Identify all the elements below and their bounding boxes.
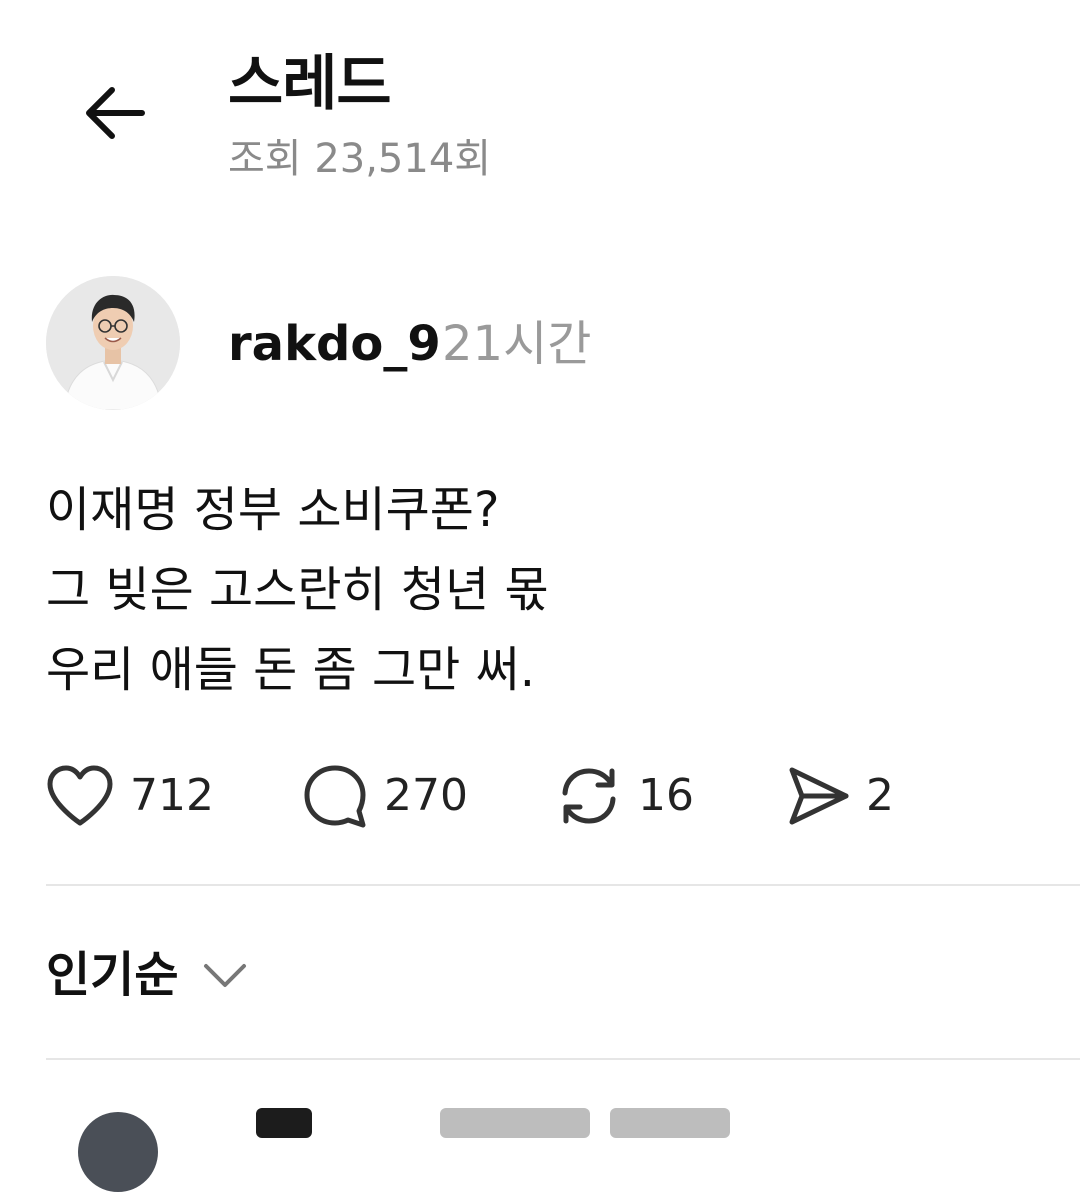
reply-meta-fragment <box>440 1108 590 1138</box>
comment-count: 270 <box>384 770 468 821</box>
post-text-line: 이재명 정부 소비쿠폰? <box>46 482 500 538</box>
like-count: 712 <box>130 770 214 821</box>
divider <box>46 884 1080 886</box>
post-author-row: rakdo_9 21시간 <box>0 270 1080 420</box>
view-count: 조회 23,514회 <box>228 136 492 182</box>
like-button[interactable]: 712 <box>46 756 214 836</box>
post-text: 이재명 정부 소비쿠폰? 그 빚은 고스란히 청년 몫 우리 애들 돈 좀 그만… <box>46 470 1036 710</box>
post-timestamp: 21시간 <box>442 316 592 372</box>
share-count: 2 <box>866 770 894 821</box>
send-icon <box>789 767 849 825</box>
divider <box>46 1058 1080 1060</box>
sort-dropdown[interactable]: 인기순 <box>46 935 248 1015</box>
back-button[interactable] <box>78 76 152 150</box>
post-text-line: 우리 애들 돈 좀 그만 써. <box>46 642 535 698</box>
heart-icon <box>47 765 113 826</box>
repost-button[interactable]: 16 <box>556 756 694 836</box>
avatar-photo <box>46 276 180 410</box>
share-button[interactable]: 2 <box>786 756 894 836</box>
repost-count: 16 <box>638 770 694 821</box>
reply-username-fragment <box>256 1108 312 1138</box>
top-bar: 스레드 조회 23,514회 <box>0 0 1080 200</box>
page-title: 스레드 <box>228 49 392 119</box>
comment-bubble-icon <box>304 765 366 828</box>
back-arrow-icon <box>86 87 145 139</box>
avatar[interactable] <box>46 276 180 410</box>
reply-meta-fragment <box>610 1108 730 1138</box>
post-text-line: 그 빚은 고스란히 청년 몫 <box>46 562 549 618</box>
post-username[interactable]: rakdo_9 <box>228 314 441 374</box>
sort-label: 인기순 <box>46 947 179 1003</box>
reply-avatar[interactable] <box>78 1112 158 1192</box>
post-actions-bar: 712 270 16 2 <box>0 756 1080 836</box>
repost-icon <box>562 768 616 824</box>
comment-button[interactable]: 270 <box>302 756 468 836</box>
chevron-down-icon <box>202 960 248 990</box>
